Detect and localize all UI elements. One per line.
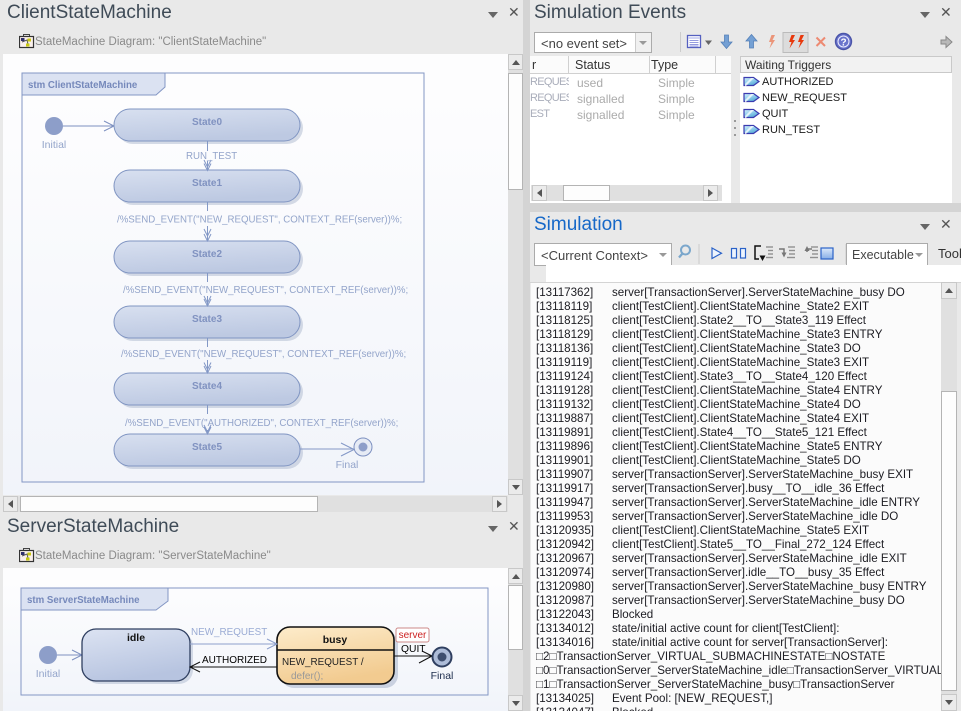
svg-text:Final: Final [431, 670, 454, 682]
svg-text:AUTHORIZED: AUTHORIZED [202, 655, 267, 666]
svg-text:State3: State3 [192, 314, 222, 325]
svg-text:NEW_REQUEST: NEW_REQUEST [191, 627, 267, 638]
svg-text:/%SEND_EVENT("NEW_REQUEST", CO: /%SEND_EVENT("NEW_REQUEST", CONTEXT_REF(… [123, 285, 408, 296]
svg-text:State1: State1 [192, 178, 222, 189]
svg-text:server: server [399, 630, 427, 641]
svg-text:NEW_REQUEST /: NEW_REQUEST / [282, 657, 364, 668]
svg-text:State5: State5 [192, 442, 222, 453]
svg-text:State0: State0 [192, 117, 222, 128]
svg-text:stm ServerStateMachine: stm ServerStateMachine [27, 595, 140, 606]
svg-text:Initial: Initial [36, 668, 61, 680]
svg-text:/%SEND_EVENT("NEW_REQUEST", CO: /%SEND_EVENT("NEW_REQUEST", CONTEXT_REF(… [121, 349, 406, 360]
svg-text:/%SEND_EVENT("NEW_REQUEST", CO: /%SEND_EVENT("NEW_REQUEST", CONTEXT_REF(… [117, 215, 402, 226]
svg-text:/%SEND_EVENT("AUTHORIZED", CON: /%SEND_EVENT("AUTHORIZED", CONTEXT_REF(s… [125, 418, 398, 429]
svg-text:State4: State4 [192, 381, 222, 392]
svg-text:QUIT: QUIT [401, 644, 426, 655]
svg-text:Initial: Initial [42, 139, 67, 151]
svg-text:Final: Final [336, 459, 359, 471]
svg-text:State2: State2 [192, 249, 222, 260]
svg-text:busy: busy [323, 634, 348, 646]
svg-text:?: ? [840, 38, 846, 49]
svg-text:RUN_TEST: RUN_TEST [186, 151, 237, 162]
svg-text:defer();: defer(); [291, 671, 323, 682]
svg-text:idle: idle [127, 632, 145, 644]
svg-text:stm ClientStateMachine: stm ClientStateMachine [28, 80, 138, 91]
